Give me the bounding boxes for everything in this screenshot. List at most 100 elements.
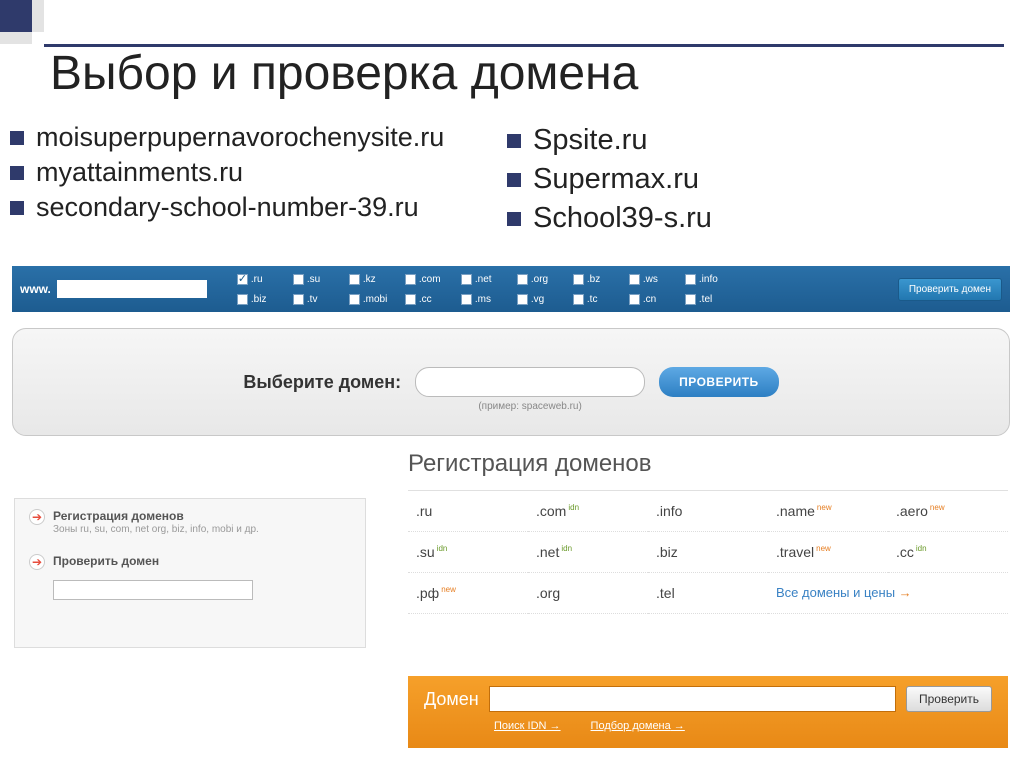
idn-search-link[interactable]: Поиск IDN: [494, 720, 561, 732]
tld-cell[interactable]: .org: [528, 573, 648, 614]
domain-suggest-link[interactable]: Подбор домена: [591, 720, 685, 732]
badge: new: [930, 503, 945, 512]
tld-checkbox-item[interactable]: .bz: [573, 274, 627, 285]
domain-select-input[interactable]: [415, 367, 645, 397]
checkbox-icon[interactable]: [405, 294, 416, 305]
checkbox-icon[interactable]: [629, 274, 640, 285]
all-domains-link[interactable]: Все домены и цены →: [768, 573, 1008, 614]
tld-cell[interactable]: .tel: [648, 573, 768, 614]
checkbox-icon[interactable]: [685, 274, 696, 285]
tld-checkbox-item[interactable]: .info: [685, 274, 739, 285]
list-item: myattainments.ru: [10, 157, 507, 188]
tld-checkbox-item[interactable]: .mobi: [349, 294, 403, 305]
checkbox-icon[interactable]: [461, 294, 472, 305]
tld-cell[interactable]: .info: [648, 491, 768, 532]
www-label: www.: [20, 282, 51, 296]
domain-text: moisuperpupernavorochenysite.ru: [36, 122, 444, 153]
badge: new: [816, 544, 831, 553]
domain-text: secondary-school-number-39.ru: [36, 192, 419, 223]
tld-checkbox-item[interactable]: .biz: [237, 294, 291, 305]
reg-domains-item[interactable]: ➔ Регистрация доменов Зоны ru, su, com, …: [29, 509, 351, 536]
checkbox-icon[interactable]: [237, 274, 248, 285]
bullet-icon: [507, 134, 521, 148]
tld-cell[interactable]: .aeronew: [888, 491, 1008, 532]
checkbox-icon[interactable]: [573, 294, 584, 305]
tld-checkbox-item[interactable]: .ru: [237, 274, 291, 285]
checkbox-icon[interactable]: [237, 294, 248, 305]
reg-title: Регистрация доменов: [53, 509, 259, 523]
tld-cell[interactable]: .ccidn: [888, 532, 1008, 573]
tld-checkbox-item[interactable]: .ws: [629, 274, 683, 285]
checkbox-icon[interactable]: [349, 294, 360, 305]
tld-checkbox-item[interactable]: .tel: [685, 294, 739, 305]
tld-checkbox-item[interactable]: .kz: [349, 274, 403, 285]
checkbox-icon[interactable]: [573, 274, 584, 285]
tld-checkbox-item[interactable]: .cn: [629, 294, 683, 305]
checkbox-icon[interactable]: [349, 274, 360, 285]
domain-columns: moisuperpupernavorochenysite.ru myattain…: [10, 118, 1004, 241]
tld-cell[interactable]: .namenew: [768, 491, 888, 532]
bullet-icon: [10, 166, 24, 180]
tld-checkbox-item[interactable]: .net: [461, 274, 515, 285]
tld-label: .bz: [587, 274, 600, 285]
tld-label: .net: [475, 274, 492, 285]
check-domain-input[interactable]: [53, 580, 253, 600]
reg-subtitle: Зоны ru, su, com, net org, biz, info, mo…: [53, 523, 259, 536]
search-button[interactable]: Проверить: [906, 686, 992, 712]
tld-checkbox-item[interactable]: .ms: [461, 294, 515, 305]
domain-text: Supermax.ru: [533, 163, 699, 196]
checkbox-icon[interactable]: [293, 294, 304, 305]
tld-label: .tel: [699, 294, 712, 305]
checkbox-icon[interactable]: [685, 294, 696, 305]
checkbox-icon[interactable]: [293, 274, 304, 285]
badge: new: [817, 503, 832, 512]
check-domain-title: Проверить домен: [53, 554, 159, 570]
domain-registration-section: Регистрация доменов .ru.comidn.info.name…: [408, 450, 1008, 614]
bullet-icon: [10, 201, 24, 215]
tld-label: .kz: [363, 274, 376, 285]
tld-cell[interactable]: .comidn: [528, 491, 648, 532]
bullet-icon: [507, 173, 521, 187]
check-domain-button[interactable]: Проверить домен: [898, 278, 1002, 301]
slide-corner-decor: [0, 0, 1024, 48]
tld-label: .cn: [643, 294, 656, 305]
slide-title: Выбор и проверка домена: [50, 46, 638, 101]
checkbox-icon[interactable]: [517, 294, 528, 305]
tld-checkbox-item[interactable]: .vg: [517, 294, 571, 305]
tld-checkbox-item[interactable]: .tc: [573, 294, 627, 305]
tld-checkbox-item[interactable]: .su: [293, 274, 347, 285]
tld-cell[interactable]: .рфnew: [408, 573, 528, 614]
tld-checkbox-item[interactable]: .com: [405, 274, 459, 285]
tld-cell[interactable]: .netidn: [528, 532, 648, 573]
example-text: (пример: spaceweb.ru): [415, 401, 645, 412]
tld-checkbox-item[interactable]: .org: [517, 274, 571, 285]
tld-label: .ws: [643, 274, 658, 285]
tld-label: .cc: [419, 294, 432, 305]
tld-cell[interactable]: .suidn: [408, 532, 528, 573]
check-button[interactable]: ПРОВЕРИТЬ: [659, 367, 779, 397]
tld-cell[interactable]: .biz: [648, 532, 768, 573]
tld-checkbox-item[interactable]: .tv: [293, 294, 347, 305]
checkbox-icon[interactable]: [461, 274, 472, 285]
left-column: moisuperpupernavorochenysite.ru myattain…: [10, 118, 507, 241]
tld-label: .com: [419, 274, 441, 285]
arrow-right-icon: →: [899, 585, 912, 600]
tld-label: .su: [307, 274, 320, 285]
check-domain-item[interactable]: ➔ Проверить домен: [29, 554, 351, 570]
domain-search-input[interactable]: [489, 686, 896, 712]
badge: idn: [561, 544, 572, 553]
arrow-right-icon: ➔: [29, 554, 45, 570]
checkbox-icon[interactable]: [405, 274, 416, 285]
tld-cell[interactable]: .travelnew: [768, 532, 888, 573]
domain-search-bar: Домен Проверить Поиск IDN Подбор домена: [408, 676, 1008, 748]
tld-label: .biz: [251, 294, 267, 305]
tld-label: .tc: [587, 294, 598, 305]
tld-cell[interactable]: .ru: [408, 491, 528, 532]
tld-checkbox-item[interactable]: .cc: [405, 294, 459, 305]
domain-input[interactable]: [57, 280, 207, 298]
domain-text: School39-s.ru: [533, 202, 712, 235]
badge: idn: [437, 544, 448, 553]
right-column: Spsite.ru Supermax.ru School39-s.ru: [507, 118, 1004, 241]
checkbox-icon[interactable]: [629, 294, 640, 305]
checkbox-icon[interactable]: [517, 274, 528, 285]
